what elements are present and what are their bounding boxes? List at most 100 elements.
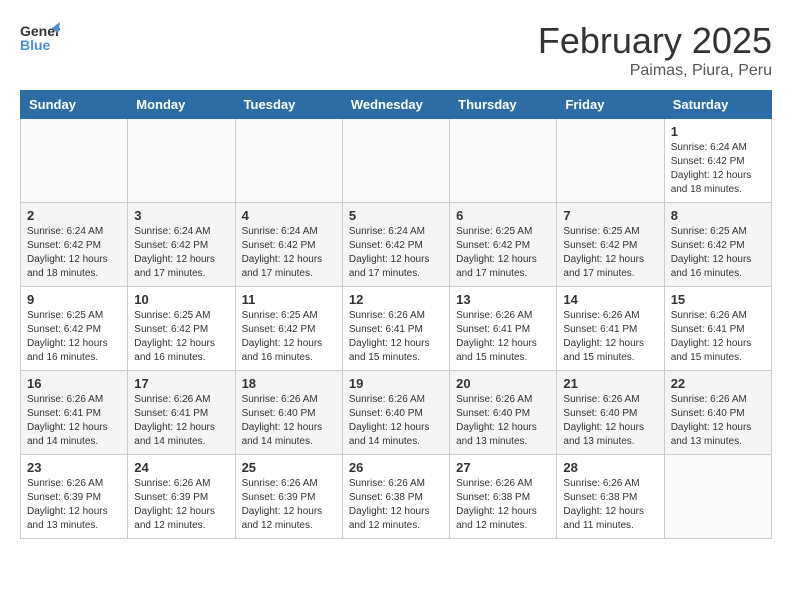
day-info: Sunrise: 6:26 AM Sunset: 6:40 PM Dayligh… [671,393,765,449]
day-number: 12 [349,292,443,307]
calendar-day-cell: 23Sunrise: 6:26 AM Sunset: 6:39 PM Dayli… [21,455,128,539]
day-number: 10 [134,292,228,307]
day-info: Sunrise: 6:25 AM Sunset: 6:42 PM Dayligh… [563,225,657,281]
calendar-week-row: 9 Sunrise: 6:25 AM Sunset: 6:42 PM Daylig… [21,287,772,371]
calendar-week-row: 23Sunrise: 6:26 AM Sunset: 6:39 PM Dayli… [21,455,772,539]
day-info: Sunrise: 6:26 AM Sunset: 6:41 PM Dayligh… [27,393,121,449]
calendar-day-cell: 21Sunrise: 6:26 AM Sunset: 6:40 PM Dayli… [557,371,664,455]
day-info: Sunrise: 6:26 AM Sunset: 6:38 PM Dayligh… [349,477,443,533]
calendar-day-cell: 7 Sunrise: 6:25 AM Sunset: 6:42 PM Daylig… [557,203,664,287]
day-info: Sunrise: 6:26 AM Sunset: 6:39 PM Dayligh… [134,477,228,533]
weekday-header: Saturday [664,91,771,119]
calendar-day-cell: 6 Sunrise: 6:25 AM Sunset: 6:42 PM Daylig… [450,203,557,287]
day-info: Sunrise: 6:26 AM Sunset: 6:39 PM Dayligh… [27,477,121,533]
day-number: 25 [242,460,336,475]
day-info: Sunrise: 6:26 AM Sunset: 6:41 PM Dayligh… [134,393,228,449]
calendar-day-cell: 11 Sunrise: 6:25 AM Sunset: 6:42 PM Dayli… [235,287,342,371]
calendar-week-row: 16 Sunrise: 6:26 AM Sunset: 6:41 PM Dayli… [21,371,772,455]
calendar-day-cell [450,119,557,203]
day-number: 6 [456,208,550,223]
calendar-day-cell: 12 Sunrise: 6:26 AM Sunset: 6:41 PM Dayli… [342,287,449,371]
day-info: Sunrise: 6:26 AM Sunset: 6:40 PM Dayligh… [242,393,336,449]
calendar-day-cell: 17 Sunrise: 6:26 AM Sunset: 6:41 PM Dayli… [128,371,235,455]
calendar-day-cell: 19 Sunrise: 6:26 AM Sunset: 6:40 PM Dayli… [342,371,449,455]
weekday-header: Monday [128,91,235,119]
calendar-day-cell: 3 Sunrise: 6:24 AM Sunset: 6:42 PM Daylig… [128,203,235,287]
day-number: 22 [671,376,765,391]
day-info: Sunrise: 6:26 AM Sunset: 6:40 PM Dayligh… [456,393,550,449]
day-info: Sunrise: 6:24 AM Sunset: 6:42 PM Dayligh… [671,141,765,197]
day-info: Sunrise: 6:24 AM Sunset: 6:42 PM Dayligh… [27,225,121,281]
day-number: 24 [134,460,228,475]
calendar-day-cell [235,119,342,203]
page-header: General Blue February 2025 Paimas, Piura… [20,20,772,80]
location: Paimas, Piura, Peru [538,62,772,80]
calendar-day-cell: 22 Sunrise: 6:26 AM Sunset: 6:40 PM Dayli… [664,371,771,455]
weekday-header: Thursday [450,91,557,119]
day-number: 26 [349,460,443,475]
calendar-day-cell: 4 Sunrise: 6:24 AM Sunset: 6:42 PM Daylig… [235,203,342,287]
calendar-day-cell: 24 Sunrise: 6:26 AM Sunset: 6:39 PM Dayli… [128,455,235,539]
calendar-day-cell: 13 Sunrise: 6:26 AM Sunset: 6:41 PM Dayli… [450,287,557,371]
day-number: 28 [563,460,657,475]
weekday-header: Tuesday [235,91,342,119]
calendar-day-cell: 26 Sunrise: 6:26 AM Sunset: 6:38 PM Dayli… [342,455,449,539]
day-number: 14 [563,292,657,307]
calendar-day-cell: 25Sunrise: 6:26 AM Sunset: 6:39 PM Dayli… [235,455,342,539]
calendar-day-cell: 15Sunrise: 6:26 AM Sunset: 6:41 PM Dayli… [664,287,771,371]
day-info: Sunrise: 6:25 AM Sunset: 6:42 PM Dayligh… [456,225,550,281]
day-info: Sunrise: 6:25 AM Sunset: 6:42 PM Dayligh… [671,225,765,281]
day-number: 7 [563,208,657,223]
calendar-day-cell: 18 Sunrise: 6:26 AM Sunset: 6:40 PM Dayli… [235,371,342,455]
day-number: 15 [671,292,765,307]
weekday-header: Friday [557,91,664,119]
day-number: 18 [242,376,336,391]
weekday-header-row: SundayMondayTuesdayWednesdayThursdayFrid… [21,91,772,119]
calendar-day-cell: 27Sunrise: 6:26 AM Sunset: 6:38 PM Dayli… [450,455,557,539]
day-number: 3 [134,208,228,223]
logo: General Blue [20,20,60,55]
day-info: Sunrise: 6:24 AM Sunset: 6:42 PM Dayligh… [242,225,336,281]
calendar-table: SundayMondayTuesdayWednesdayThursdayFrid… [20,90,772,539]
logo-icon: General Blue [20,20,60,55]
day-number: 17 [134,376,228,391]
calendar-day-cell: 28Sunrise: 6:26 AM Sunset: 6:38 PM Dayli… [557,455,664,539]
calendar-day-cell: 9Sunrise: 6:25 AM Sunset: 6:42 PM Daylig… [21,287,128,371]
calendar-week-row: 1 Sunrise: 6:24 AM Sunset: 6:42 PM Daylig… [21,119,772,203]
calendar-day-cell: 20 Sunrise: 6:26 AM Sunset: 6:40 PM Dayli… [450,371,557,455]
weekday-header: Sunday [21,91,128,119]
day-info: Sunrise: 6:24 AM Sunset: 6:42 PM Dayligh… [134,225,228,281]
day-number: 9 [27,292,121,307]
calendar-day-cell: 5 Sunrise: 6:24 AM Sunset: 6:42 PM Daylig… [342,203,449,287]
day-info: Sunrise: 6:25 AM Sunset: 6:42 PM Dayligh… [242,309,336,365]
calendar-day-cell [342,119,449,203]
calendar-day-cell: 8 Sunrise: 6:25 AM Sunset: 6:42 PM Daylig… [664,203,771,287]
calendar-day-cell [21,119,128,203]
day-info: Sunrise: 6:26 AM Sunset: 6:40 PM Dayligh… [349,393,443,449]
day-number: 20 [456,376,550,391]
calendar-week-row: 2 Sunrise: 6:24 AM Sunset: 6:42 PM Daylig… [21,203,772,287]
calendar-day-cell [557,119,664,203]
month-title: February 2025 [538,20,772,62]
day-info: Sunrise: 6:26 AM Sunset: 6:41 PM Dayligh… [349,309,443,365]
svg-text:Blue: Blue [20,37,51,53]
calendar-day-cell: 2 Sunrise: 6:24 AM Sunset: 6:42 PM Daylig… [21,203,128,287]
day-info: Sunrise: 6:26 AM Sunset: 6:41 PM Dayligh… [456,309,550,365]
calendar-day-cell [128,119,235,203]
day-number: 1 [671,124,765,139]
weekday-header: Wednesday [342,91,449,119]
title-block: February 2025 Paimas, Piura, Peru [538,20,772,80]
day-info: Sunrise: 6:26 AM Sunset: 6:41 PM Dayligh… [563,309,657,365]
calendar-day-cell [664,455,771,539]
day-number: 19 [349,376,443,391]
day-number: 4 [242,208,336,223]
calendar-day-cell: 14 Sunrise: 6:26 AM Sunset: 6:41 PM Dayli… [557,287,664,371]
day-info: Sunrise: 6:24 AM Sunset: 6:42 PM Dayligh… [349,225,443,281]
day-number: 13 [456,292,550,307]
day-number: 8 [671,208,765,223]
calendar-day-cell: 16 Sunrise: 6:26 AM Sunset: 6:41 PM Dayli… [21,371,128,455]
day-number: 11 [242,292,336,307]
day-number: 5 [349,208,443,223]
day-number: 2 [27,208,121,223]
day-number: 16 [27,376,121,391]
